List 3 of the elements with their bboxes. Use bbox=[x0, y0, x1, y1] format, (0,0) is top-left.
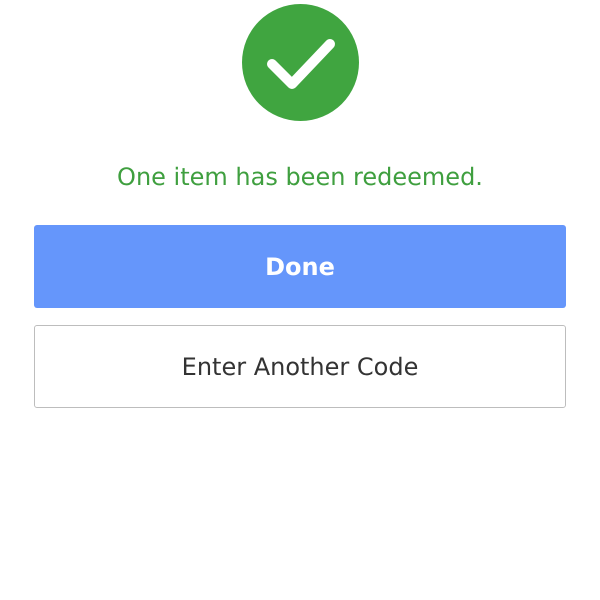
success-message: One item has been redeemed. bbox=[117, 162, 483, 193]
enter-code-button[interactable]: Enter Another Code bbox=[34, 325, 566, 408]
checkmark-icon bbox=[242, 4, 358, 121]
